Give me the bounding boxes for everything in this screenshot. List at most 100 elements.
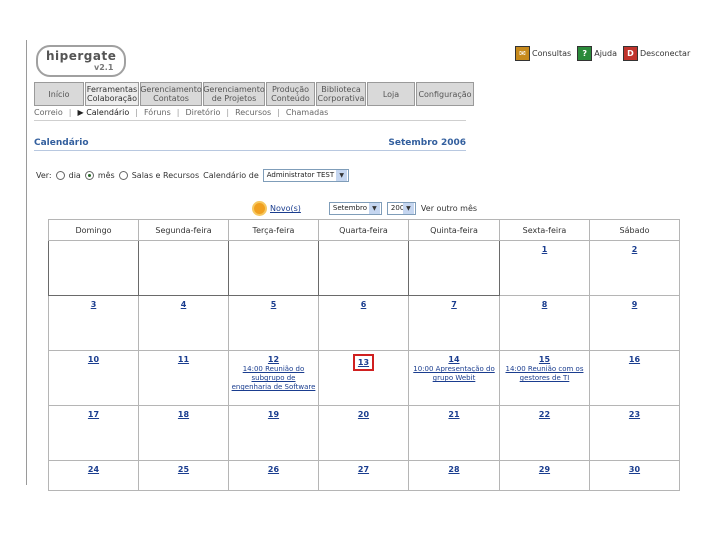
day-number[interactable]: 11 (178, 355, 189, 364)
menu-label: Produção Conteúdo (271, 85, 310, 103)
new-event-icon (254, 203, 265, 214)
menu-label: Ferramentas Colaboração (86, 85, 138, 103)
day-number[interactable]: 2 (632, 245, 638, 254)
logo-version: v2.1 (94, 63, 114, 72)
day-number[interactable]: 25 (178, 465, 189, 474)
today-day-number[interactable]: 13 (352, 354, 375, 371)
empty-day-cell (228, 240, 319, 296)
day-number[interactable]: 22 (539, 410, 550, 419)
month-nav: Novo(s) Setembro 2006 Ver outro mês (254, 202, 477, 215)
view-other-month-button[interactable]: Ver outro mês (421, 204, 477, 213)
menu-producao-conteudo[interactable]: Produção Conteúdo (266, 82, 315, 106)
day-number[interactable]: 17 (88, 410, 99, 419)
day-number[interactable]: 24 (88, 465, 99, 474)
weekday-header: Sexta-feira (499, 219, 590, 241)
logo-name: hipergate (46, 49, 117, 63)
submenu-calendario[interactable]: ▶ Calendário (77, 108, 129, 117)
submenu-separator: | (226, 108, 230, 117)
day-number[interactable]: 8 (542, 300, 548, 309)
day-number[interactable]: 10 (88, 355, 99, 364)
consultas-link[interactable]: ✉ Consultas (515, 46, 571, 61)
day-number[interactable]: 16 (629, 355, 640, 364)
day-number[interactable]: 15 (539, 355, 550, 364)
day-cell: 3 (48, 295, 139, 351)
submenu-correio[interactable]: Correio (34, 108, 63, 117)
view-options: Ver: dia mês Salas e Recursos Calendário… (36, 169, 350, 182)
menu-gerenciamento-projetos[interactable]: Gerenciamento de Projetos (203, 82, 265, 106)
day-number[interactable]: 9 (632, 300, 638, 309)
calendar-event[interactable]: 14:00 Reunião do subgrupo de engenharia … (231, 365, 316, 392)
day-cell: 4 (138, 295, 229, 351)
calendar-owner-select[interactable]: Administrator TEST (262, 169, 350, 182)
day-cell: 8 (499, 295, 590, 351)
disconnect-icon: D (622, 46, 638, 61)
month-select[interactable]: Setembro (328, 202, 382, 215)
day-number[interactable]: 1 (542, 245, 548, 254)
view-month-radio[interactable] (84, 171, 94, 180)
calendar-event[interactable]: 14:00 Reunião com os gestores de TI (502, 365, 587, 383)
day-cell: 5 (228, 295, 319, 351)
day-cell: 12 14:00 Reunião do subgrupo de engenhari… (228, 350, 319, 406)
day-number[interactable]: 12 (268, 355, 279, 364)
top-links: ✉ Consultas ? Ajuda D Desconectar (515, 46, 690, 61)
day-cell: 9 (589, 295, 680, 351)
day-cell: 17 (48, 405, 139, 461)
submenu-diretorio[interactable]: Diretório (186, 108, 221, 117)
day-number[interactable]: 21 (448, 410, 459, 419)
submenu-recursos[interactable]: Recursos (235, 108, 271, 117)
view-day-label: dia (68, 171, 81, 180)
submenu-separator: | (277, 108, 280, 117)
day-cell: 14 10:00 Apresentação do grupo Webit (408, 350, 500, 406)
day-number[interactable]: 19 (268, 410, 279, 419)
empty-day-cell (138, 240, 229, 296)
day-number[interactable]: 23 (629, 410, 640, 419)
menu-gerenciamento-contatos[interactable]: Gerenciamento Contatos (140, 82, 202, 106)
day-number[interactable]: 28 (448, 465, 459, 474)
view-month-label: mês (97, 171, 115, 180)
menu-biblioteca-corporativa[interactable]: Biblioteca Corporativa (316, 82, 366, 106)
calendar-of-label: Calendário de (203, 171, 259, 180)
page-title-bar: Calendário Setembro 2006 (34, 138, 466, 151)
day-number[interactable]: 7 (451, 300, 457, 309)
day-number[interactable]: 14 (448, 355, 459, 364)
view-day-radio[interactable] (55, 171, 65, 180)
day-cell: 11 (138, 350, 229, 406)
help-label: Ajuda (594, 49, 617, 58)
day-number[interactable]: 5 (271, 300, 277, 309)
day-number[interactable]: 6 (361, 300, 367, 309)
view-rooms-radio[interactable] (118, 171, 128, 180)
day-cell: 27 (318, 460, 409, 491)
weekday-header: Segunda-feira (138, 219, 229, 241)
weekday-header: Quarta-feira (318, 219, 409, 241)
menu-label: Gerenciamento Contatos (140, 85, 202, 103)
year-select[interactable]: 2006 (386, 202, 416, 215)
submenu-divider (34, 120, 466, 121)
day-number[interactable]: 26 (268, 465, 279, 474)
day-number[interactable]: 29 (539, 465, 550, 474)
menu-loja[interactable]: Loja (367, 82, 415, 106)
disconnect-link[interactable]: D Desconectar (622, 46, 690, 61)
new-event-link[interactable]: Novo(s) (270, 204, 301, 213)
day-number[interactable]: 3 (91, 300, 97, 309)
day-number[interactable]: 4 (181, 300, 187, 309)
day-number[interactable]: 18 (178, 410, 189, 419)
submenu-separator: | (68, 108, 72, 117)
day-cell: 1 (499, 240, 590, 296)
menu-label: Início (48, 89, 70, 99)
day-cell: 23 (589, 405, 680, 461)
day-number[interactable]: 27 (358, 465, 369, 474)
menu-inicio[interactable]: Início (34, 82, 84, 106)
day-cell: 28 (408, 460, 500, 491)
day-cell: 6 (318, 295, 409, 351)
menu-configuracao[interactable]: Configuração (416, 82, 474, 106)
menu-ferramentas-colaboracao[interactable]: Ferramentas Colaboração (85, 82, 139, 106)
submenu-chamadas[interactable]: Chamadas (286, 108, 328, 117)
calendar-event[interactable]: 10:00 Apresentação do grupo Webit (411, 365, 497, 383)
day-cell: 10 (48, 350, 139, 406)
empty-day-cell (408, 240, 500, 296)
day-number[interactable]: 30 (629, 465, 640, 474)
submenu-foruns[interactable]: Fóruns (144, 108, 171, 117)
day-number[interactable]: 20 (358, 410, 369, 419)
day-cell: 7 (408, 295, 500, 351)
help-link[interactable]: ? Ajuda (577, 46, 617, 61)
